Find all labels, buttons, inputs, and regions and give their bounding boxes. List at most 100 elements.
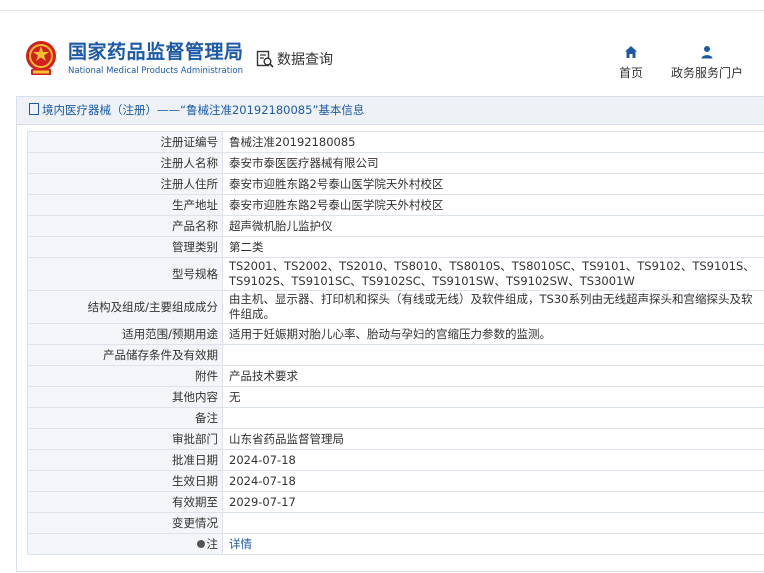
- field-value: 泰安市迎胜东路2号泰山医学院天外村校区: [222, 194, 764, 216]
- field-value-text: TS2001、TS2002、TS2010、TS8010、TS8010S、TS80…: [229, 259, 755, 288]
- data-query-label: 数据查询: [277, 52, 333, 68]
- field-value: 详情: [222, 533, 764, 555]
- table-row: 备注: [27, 407, 764, 429]
- field-label: 审批部门: [27, 428, 223, 450]
- table-row: 审批部门 山东省药品监督管理局: [27, 428, 764, 450]
- field-value-text: 2029-07-17: [229, 494, 296, 509]
- field-value: 泰安市迎胜东路2号泰山医学院天外村校区: [222, 173, 764, 195]
- table-row: 产品储存条件及有效期: [27, 344, 764, 366]
- field-value-text: 2024-07-18: [229, 452, 296, 467]
- field-value: 超声微机胎儿监护仪: [222, 215, 764, 237]
- field-value-text: 泰安市泰医医疗器械有限公司: [229, 155, 379, 170]
- agency-name-en: National Medical Products Administration: [68, 66, 243, 76]
- field-value: 产品技术要求: [222, 365, 764, 387]
- field-label-text: 注册人住所: [160, 177, 219, 191]
- nav-home-label: 首页: [618, 66, 643, 80]
- field-value: 无: [222, 386, 764, 408]
- field-label: 变更情况: [27, 512, 223, 534]
- field-label-text: 其他内容: [172, 390, 218, 404]
- field-label: 其他内容: [27, 386, 223, 408]
- panel-title: 境内医疗器械（注册）——“鲁械注准20192180085”基本信息: [17, 97, 764, 125]
- field-value-text: 无: [229, 389, 241, 404]
- field-label: 注册人名称: [27, 152, 223, 174]
- field-label: 管理类别: [27, 236, 223, 258]
- field-label: 产品名称: [27, 215, 223, 237]
- field-label-text: 产品储存条件及有效期: [103, 348, 218, 362]
- field-label-text: 注册人名称: [160, 156, 219, 170]
- panel-title-text: 境内医疗器械（注册）——“鲁械注准20192180085”基本信息: [42, 103, 365, 117]
- field-label: 产品储存条件及有效期: [27, 344, 223, 366]
- field-label-text: 备注: [195, 411, 218, 425]
- field-label: 注: [27, 533, 223, 555]
- field-value-text: 泰安市迎胜东路2号泰山医学院天外村校区: [229, 176, 444, 191]
- data-query-link[interactable]: 数据查询: [256, 49, 333, 69]
- location-pin-icon: [196, 540, 205, 548]
- table-row: 管理类别 第二类: [27, 236, 764, 258]
- field-label-text: 批准日期: [172, 453, 218, 467]
- field-value-text: 山东省药品监督管理局: [229, 431, 344, 446]
- field-value-text: 鲁械注准20192180085: [229, 134, 356, 149]
- table-row: 附件 产品技术要求: [27, 365, 764, 387]
- field-value: 由主机、显示器、打印机和探头（有线或无线）及软件组成，TS30系列由无线超声探头…: [222, 290, 764, 324]
- field-value-text: 2024-07-18: [229, 473, 296, 488]
- table-row: 其他内容无: [27, 386, 764, 408]
- field-value-text: 超声微机胎儿监护仪: [229, 218, 333, 233]
- field-label: 附件: [27, 365, 223, 387]
- field-label-text: 有效期至: [172, 495, 218, 509]
- table-row: 生产地址 泰安市迎胜东路2号泰山医学院天外村校区: [27, 194, 764, 216]
- field-label-text: 注: [206, 537, 219, 551]
- field-value-text: 产品技术要求: [229, 368, 298, 383]
- field-value: 泰安市泰医医疗器械有限公司: [222, 152, 764, 174]
- device-info-table: 注册证编号 鲁械注准20192180085 注册人名称 泰安市泰医医疗器械有限公司 注册…: [27, 131, 764, 555]
- field-value: [222, 407, 764, 429]
- user-icon: [701, 46, 713, 59]
- field-label-text: 注册证编号: [160, 135, 219, 149]
- data-query-icon: [256, 50, 274, 68]
- table-row: 批准日期 2024-07-18: [27, 449, 764, 471]
- table-row: 结构及组成/主要组成成分 由主机、显示器、打印机和探头（有线或无线）及软件组成，T…: [27, 290, 764, 324]
- details-link[interactable]: 详情: [229, 537, 252, 551]
- nav-portal[interactable]: 政务服务门户: [668, 45, 746, 81]
- field-label-text: 附件: [195, 369, 218, 383]
- field-label-text: 适用范围/预期用途: [122, 327, 218, 341]
- field-label-text: 审批部门: [172, 432, 218, 446]
- site-header: 国家药品监督管理局 National Medical Products Admi…: [0, 11, 764, 91]
- table-row: 产品名称 超声微机胎儿监护仪: [27, 215, 764, 237]
- field-label: 备注: [27, 407, 223, 429]
- table-row: 有效期至 2029-07-17: [27, 491, 764, 513]
- device-info-panel: 境内医疗器械（注册）——“鲁械注准20192180085”基本信息 注册证编号鲁…: [16, 96, 764, 572]
- field-value: 2024-07-18: [222, 470, 764, 492]
- field-value-text: 适用于妊娠期对胎儿心率、胎动与孕妇的宫缩压力参数的监测。: [229, 326, 551, 341]
- field-value: 第二类: [222, 236, 764, 258]
- field-label: 型号规格: [27, 257, 223, 291]
- field-label: 适用范围/预期用途: [27, 323, 223, 345]
- field-value: 适用于妊娠期对胎儿心率、胎动与孕妇的宫缩压力参数的监测。: [222, 323, 764, 345]
- table-row: 变更情况: [27, 512, 764, 534]
- field-label: 有效期至: [27, 491, 223, 513]
- field-value: TS2001、TS2002、TS2010、TS8010、TS8010S、TS80…: [222, 257, 764, 291]
- document-icon: [29, 103, 39, 115]
- field-label-text: 生产地址: [172, 198, 218, 212]
- home-icon: [625, 46, 637, 58]
- field-value: 鲁械注准20192180085: [222, 131, 764, 153]
- field-label-text: 型号规格: [172, 267, 218, 281]
- field-value: 山东省药品监督管理局: [222, 428, 764, 450]
- field-label: 批准日期: [27, 449, 223, 471]
- table-row: 注册人住所 泰安市迎胜东路2号泰山医学院天外村校区: [27, 173, 764, 195]
- field-value: 2024-07-18: [222, 449, 764, 471]
- table-row: 适用范围/预期用途 适用于妊娠期对胎儿心率、胎动与孕妇的宫缩压力参数的监测。: [27, 323, 764, 345]
- top-border: [0, 0, 764, 11]
- nav-home[interactable]: 首页: [616, 45, 646, 81]
- agency-name-cn[interactable]: 国家药品监督管理局: [68, 37, 244, 64]
- table-row: 生效日期 2024-07-18: [27, 470, 764, 492]
- field-value: [222, 344, 764, 366]
- table-row: 注册人名称 泰安市泰医医疗器械有限公司: [27, 152, 764, 174]
- field-value-text: 由主机、显示器、打印机和探头（有线或无线）及软件组成，TS30系列由无线超声探头…: [229, 292, 753, 321]
- field-label: 注册证编号: [27, 131, 223, 153]
- field-value-text: 泰安市迎胜东路2号泰山医学院天外村校区: [229, 197, 444, 212]
- field-label-text: 生效日期: [172, 474, 218, 488]
- field-label-text: 结构及组成/主要组成成分: [87, 300, 218, 314]
- field-value: [222, 512, 764, 534]
- field-label: 结构及组成/主要组成成分: [27, 290, 223, 324]
- table-row: 注详情: [27, 533, 764, 555]
